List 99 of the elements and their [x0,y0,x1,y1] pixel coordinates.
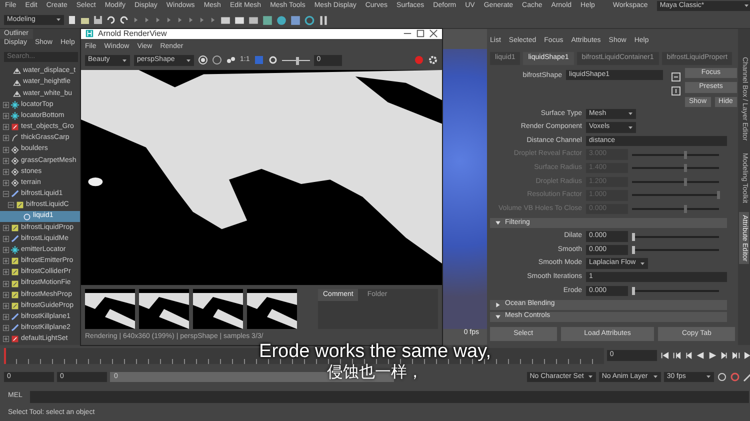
expand-icon[interactable] [3,280,9,287]
caret-icon [628,124,633,130]
render-icon[interactable] [234,14,245,26]
expand-icon[interactable] [3,224,9,231]
expanded-arrow-icon [495,220,501,226]
redo-icon[interactable] [119,15,129,25]
expand-icon[interactable] [3,146,9,153]
step-forward-key-icon[interactable] [732,351,741,360]
expand-icon[interactable] [3,336,9,342]
render-icon[interactable] [198,55,208,66]
slider-handle[interactable] [296,56,299,65]
refresh-icon[interactable] [212,55,222,66]
caret-icon [640,261,645,266]
caret-icon [652,374,658,380]
expand-icon[interactable] [3,180,9,186]
caret-icon [56,17,61,22]
render-icon[interactable] [248,14,259,26]
set-icon [11,335,19,344]
group-icon [11,156,19,165]
mesh-icon [13,90,21,98]
play-icon[interactable] [708,351,717,360]
slider-handle[interactable] [632,232,635,240]
node-output-icon[interactable] [671,86,681,96]
exposure-icon[interactable] [268,55,278,66]
expand-icon[interactable] [3,269,9,276]
window-title: Arnold RenderView [98,29,168,39]
render-icon[interactable] [220,14,231,26]
command-field[interactable] [30,390,749,402]
expand-icon[interactable] [3,325,9,332]
expand-icon[interactable] [3,102,9,108]
expand-icon[interactable] [3,168,9,175]
expand-icon[interactable] [3,247,9,254]
pause-icon[interactable] [318,14,329,26]
go-to-start-icon[interactable] [660,351,669,360]
expand-icon[interactable] [3,292,9,298]
keys-icon[interactable] [716,372,727,382]
expand-icon[interactable] [3,314,9,320]
play-backward-icon[interactable] [696,351,705,360]
expand-icon[interactable] [3,135,9,142]
shape-icon [23,212,31,221]
expand-icon[interactable] [3,158,9,164]
auto-key-icon[interactable] [730,372,740,382]
new-file-icon[interactable] [67,15,77,25]
properties-icon [11,302,19,310]
mesh-icon [13,78,21,87]
group-icon [11,179,19,188]
subtitle: Erode works the same way, [259,341,491,363]
step-forward-icon[interactable] [720,351,729,360]
expand-icon[interactable] [3,302,9,309]
collapsed-arrow-icon [495,302,501,308]
maximize-icon[interactable] [416,29,425,38]
caret-icon [706,374,711,380]
caret-icon [588,374,593,380]
set-icon [11,123,19,132]
node-input-icon[interactable] [671,72,681,82]
collapse-icon[interactable] [8,202,14,208]
expand-icon[interactable] [3,236,9,242]
locator-icon [11,112,19,120]
refresh-icon[interactable] [304,14,315,26]
group-icon [11,168,19,176]
expand-icon[interactable] [3,258,9,264]
liquid-icon [11,190,19,198]
undo-icon[interactable] [106,15,116,25]
caret-icon [186,58,191,63]
caret-icon [122,58,127,63]
mesh-icon [13,67,21,76]
locator-icon [11,246,19,254]
collapse-icon[interactable] [3,191,9,198]
expanded-arrow-icon [495,314,501,320]
save-icon[interactable] [93,15,103,25]
properties-icon [11,290,19,299]
stop-icon[interactable] [414,55,424,66]
expand-icon[interactable] [3,113,9,120]
slider-handle[interactable] [632,246,635,254]
caret-icon [628,111,633,116]
expand-icon[interactable] [3,124,9,130]
thumbnail-image[interactable] [85,288,135,329]
group-icon [11,146,19,154]
thumbnail-image[interactable] [193,288,243,329]
properties-icon [16,201,24,210]
preferences-icon[interactable] [742,372,750,382]
folder-icon[interactable] [80,15,90,25]
thumbnail-image[interactable] [247,288,297,329]
slider-handle[interactable] [632,286,635,295]
step-back-icon[interactable] [684,351,693,360]
thumbnail-image[interactable] [139,288,189,329]
go-to-end-icon[interactable] [744,351,750,360]
properties-icon [11,280,19,288]
properties-icon [11,268,19,276]
properties-icon [11,224,19,232]
step-back-key-icon[interactable] [672,351,681,360]
properties-icon [11,257,19,266]
sphere-icon[interactable] [276,14,287,26]
caret-icon [744,3,749,8]
curve-icon [11,134,19,142]
liquid-icon [11,234,19,243]
close-icon[interactable] [429,29,438,38]
settings-icon[interactable] [428,55,438,66]
locator-icon [11,100,19,109]
